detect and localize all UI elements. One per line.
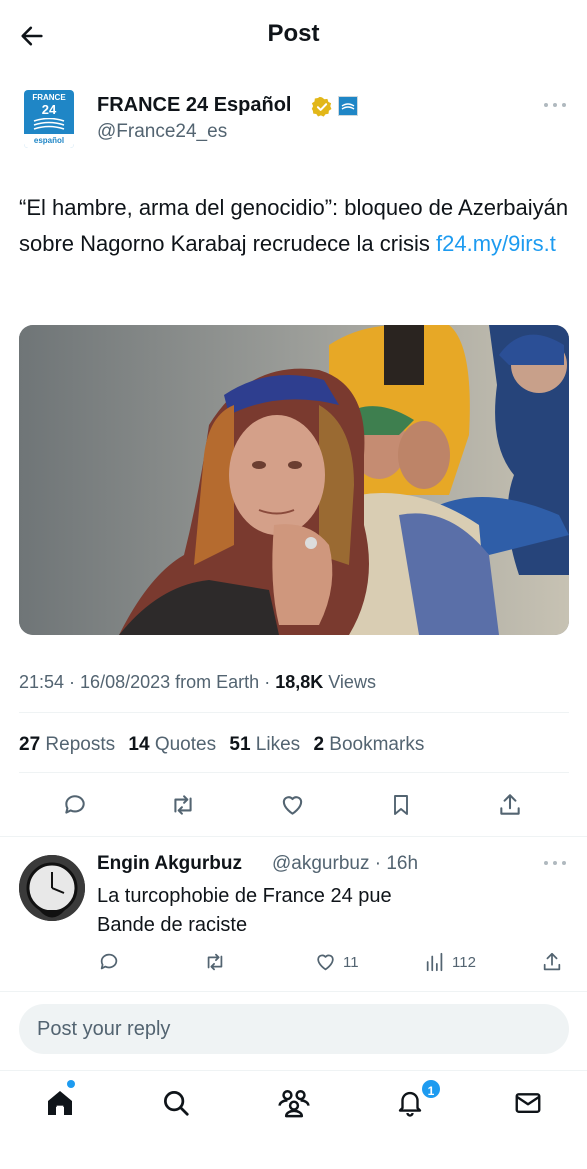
more-dots-icon xyxy=(544,861,566,865)
share-icon xyxy=(500,794,520,815)
tweet-date: 16/08/2023 xyxy=(80,672,171,692)
reply-more-button[interactable] xyxy=(540,856,570,870)
likes-count: 51 xyxy=(229,734,251,755)
reply-author-name[interactable]: Engin Akgurbuz xyxy=(97,853,242,875)
photo-illustration xyxy=(19,325,569,635)
tweet-photo[interactable] xyxy=(19,325,569,635)
nav-search[interactable] xyxy=(156,1083,196,1123)
share-button[interactable] xyxy=(495,790,525,820)
notifications-badge: 1 xyxy=(420,1078,442,1100)
reply-handle-line: @akgurbuz · 16h xyxy=(272,853,419,874)
reply-like-count: 11 xyxy=(343,953,359,971)
home-indicator-dot xyxy=(67,1080,75,1088)
nav-messages[interactable] xyxy=(508,1083,548,1123)
comment-icon xyxy=(100,953,118,970)
bookmarks-stat[interactable]: 2 Bookmarks xyxy=(313,734,424,755)
views-count: 18,8K xyxy=(275,672,324,692)
comment-icon xyxy=(65,795,85,814)
quotes-label: Quotes xyxy=(154,734,217,755)
reply-share-button[interactable] xyxy=(541,949,563,975)
repost-icon xyxy=(174,795,192,815)
divider xyxy=(0,836,587,837)
repost-icon xyxy=(207,953,223,971)
reply-like-button[interactable]: 11 xyxy=(314,949,359,975)
author-avatar[interactable]: FRANCE 24 español xyxy=(24,90,74,148)
share-icon xyxy=(543,952,561,971)
reply-avatar[interactable] xyxy=(19,855,85,921)
reply-comment-button[interactable] xyxy=(98,949,120,975)
reply-views-button[interactable]: 112 xyxy=(424,949,476,975)
views-label: Views xyxy=(328,672,376,692)
top-bar: Post xyxy=(0,0,587,70)
divider xyxy=(0,991,587,992)
search-icon xyxy=(164,1091,189,1116)
tweet-source: from Earth xyxy=(175,672,260,692)
logo-waves-icon xyxy=(33,118,65,130)
divider xyxy=(19,772,569,773)
repost-button[interactable] xyxy=(168,790,198,820)
home-icon xyxy=(48,1091,72,1115)
avatar-logo-number: 24 xyxy=(41,102,57,117)
reply-line-2: Bande de raciste xyxy=(97,914,248,936)
tweet-meta: 21:54 · 16/08/2023 from Earth · 18,8K Vi… xyxy=(19,672,376,692)
affiliation-badge-icon xyxy=(338,96,358,116)
bookmarks-label: Bookmarks xyxy=(329,734,425,755)
tweet-stats: 27 Reposts 14 Quotes 51 Likes 2 Bookmark… xyxy=(19,734,432,756)
avatar-logo-bottom: español xyxy=(24,134,74,148)
reposts-count: 27 xyxy=(19,734,41,755)
mail-icon xyxy=(515,1093,541,1113)
author-name[interactable]: FRANCE 24 Español xyxy=(97,94,291,117)
bookmarks-count: 2 xyxy=(313,734,325,755)
more-dots-icon xyxy=(544,103,566,107)
reply-handle[interactable]: @akgurbuz xyxy=(272,853,369,874)
communities-icon xyxy=(278,1089,310,1118)
bookmark-button[interactable] xyxy=(386,790,416,820)
more-options-button[interactable] xyxy=(540,98,570,112)
reply-text: La turcophobie de France 24 pue Bande de… xyxy=(97,882,557,940)
reply-time: 16h xyxy=(386,853,419,874)
author-handle[interactable]: @France24_es xyxy=(97,121,227,143)
reposts-label: Reposts xyxy=(45,734,116,755)
tweet-time: 21:54 xyxy=(19,672,65,692)
heart-icon xyxy=(282,796,302,815)
reply-views-count: 112 xyxy=(452,953,476,971)
reply-button[interactable] xyxy=(60,790,90,820)
reply-box xyxy=(19,1004,569,1054)
quotes-count: 14 xyxy=(128,734,150,755)
reply-input[interactable] xyxy=(19,1004,569,1054)
analytics-icon xyxy=(426,952,443,972)
likes-label: Likes xyxy=(255,734,301,755)
quotes-stat[interactable]: 14 Quotes xyxy=(128,734,216,755)
avatar-logo-top: FRANCE xyxy=(32,93,66,102)
verified-badge-icon xyxy=(311,96,333,118)
reposts-stat[interactable]: 27 Reposts xyxy=(19,734,115,755)
like-button[interactable] xyxy=(277,790,307,820)
nav-communities[interactable] xyxy=(274,1083,314,1123)
clock-avatar-icon xyxy=(19,855,85,921)
heart-icon xyxy=(317,954,334,971)
likes-stat[interactable]: 51 Likes xyxy=(229,734,300,755)
nav-home[interactable] xyxy=(40,1083,80,1123)
page-title: Post xyxy=(267,20,320,47)
reply-line-1: La turcophobie de France 24 pue xyxy=(97,885,392,907)
bookmark-icon xyxy=(394,795,408,815)
divider xyxy=(19,712,569,713)
tweet-text: “El hambre, arma del genocidio”: bloqueo… xyxy=(19,190,569,262)
reply-repost-button[interactable] xyxy=(203,949,227,975)
tweet-link[interactable]: f24.my/9irs.t xyxy=(436,231,556,256)
